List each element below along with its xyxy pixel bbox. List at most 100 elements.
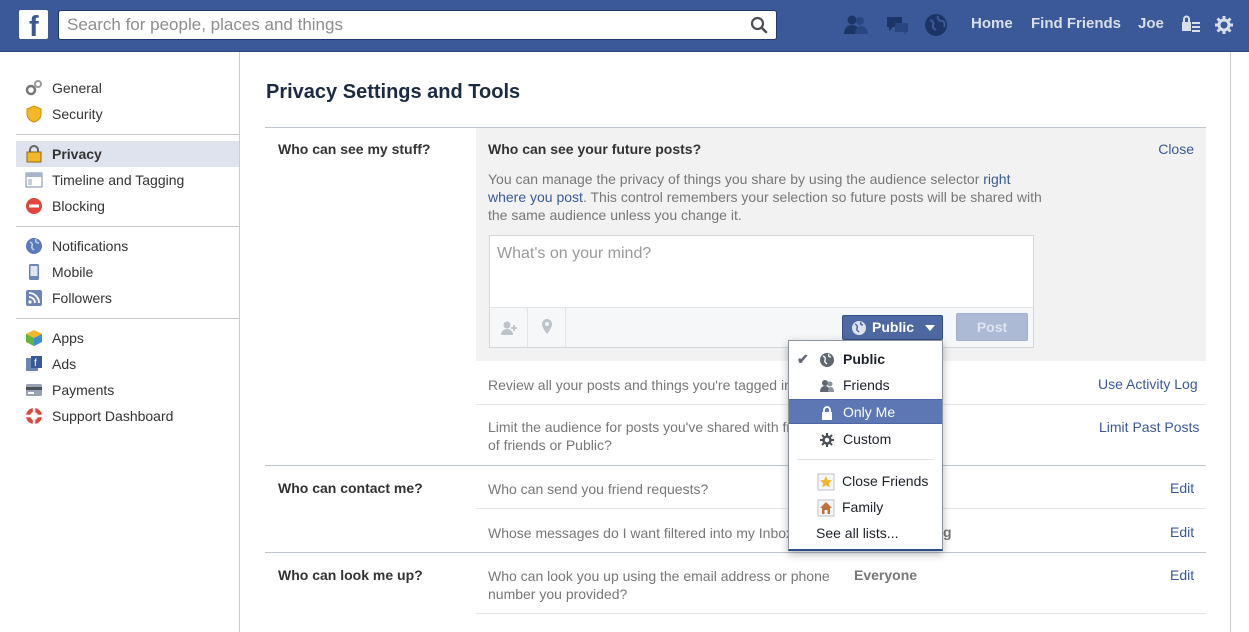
edit-email-lookup-link[interactable]: Edit	[1170, 567, 1194, 583]
search-box	[58, 10, 777, 40]
limit-past-posts-link[interactable]: Limit Past Posts	[1099, 419, 1199, 435]
section-divider	[265, 465, 1206, 466]
sidebar-item-security[interactable]: Security	[16, 101, 239, 127]
activity-log-row-text: Review all your posts and things you're …	[488, 377, 792, 393]
sidebar-group-apps: Apps f Ads Payments Support Dashboard	[16, 325, 239, 429]
inbox-filter-row-text: Whose messages do I want filtered into m…	[488, 525, 794, 541]
sidebar-item-followers[interactable]: Followers	[16, 285, 239, 311]
block-icon	[26, 198, 42, 214]
audience-label: Public	[872, 319, 915, 335]
globe-icon	[852, 321, 866, 335]
edit-friend-requests-link[interactable]: Edit	[1170, 480, 1194, 496]
add-location-button[interactable]	[528, 308, 566, 347]
status-composer: What's on your mind? Public Post	[489, 235, 1034, 348]
composer-toolbar: Public Post	[490, 307, 1033, 347]
sidebar-item-label: Security	[52, 106, 103, 122]
see-all-lists-link[interactable]: See all lists...	[816, 525, 898, 541]
menu-item-only-me[interactable]: Only Me	[789, 399, 942, 424]
sidebar-item-payments[interactable]: Payments	[16, 377, 239, 403]
panel-title: Who can see your future posts?	[488, 141, 702, 157]
composer-input[interactable]: What's on your mind?	[497, 245, 651, 263]
globe-icon	[820, 353, 834, 367]
menu-item-custom[interactable]: Custom	[789, 427, 942, 452]
panel-description: You can manage the privacy of things you…	[488, 171, 1042, 223]
friend-requests-row-text: Who can send you friend requests?	[488, 481, 709, 497]
find-friends-link[interactable]: Find Friends	[1031, 15, 1121, 32]
settings-sidebar: General Security Privacy Timeline and Ta…	[16, 75, 239, 429]
star-icon	[817, 473, 835, 491]
sidebar-item-label: Ads	[52, 356, 77, 372]
sidebar-item-privacy[interactable]: Privacy	[16, 141, 239, 167]
sidebar-item-timeline-and-tagging[interactable]: Timeline and Tagging	[16, 167, 239, 193]
menu-item-friends[interactable]: Friends	[789, 373, 942, 398]
sidebar-item-label: Mobile	[52, 264, 94, 280]
checkmark-icon: ✔	[797, 351, 809, 367]
ads-icon: f	[26, 356, 42, 371]
sidebar-item-label: General	[52, 80, 102, 96]
top-bar: f Home Find Friends Joe	[0, 0, 1249, 52]
menu-item-public[interactable]: ✔ Public	[789, 347, 942, 372]
shield-icon	[26, 105, 42, 123]
sidebar-item-label: Notifications	[52, 238, 129, 254]
notifications-globe-icon[interactable]	[923, 12, 949, 38]
post-button[interactable]: Post	[956, 313, 1028, 341]
home-link[interactable]: Home	[971, 15, 1013, 32]
search-icon[interactable]	[750, 16, 768, 34]
use-activity-log-link[interactable]: Use Activity Log	[1098, 376, 1198, 392]
sidebar-group-account: General Security	[16, 75, 239, 135]
tag-friends-button[interactable]	[490, 308, 528, 347]
privacy-shortcuts-icon[interactable]	[1180, 14, 1202, 36]
search-input[interactable]	[59, 11, 739, 39]
friend-requests-icon[interactable]	[843, 12, 869, 38]
lifebuoy-icon	[26, 408, 42, 424]
sidebar-item-blocking[interactable]: Blocking	[16, 193, 239, 219]
email-lookup-value: Everyone	[854, 567, 918, 583]
sidebar-item-support-dashboard[interactable]: Support Dashboard	[16, 403, 239, 429]
rss-icon	[26, 290, 42, 306]
sidebar-item-label: Followers	[52, 290, 112, 306]
sidebar-item-label: Support Dashboard	[52, 408, 174, 424]
page-title: Privacy Settings and Tools	[266, 81, 521, 103]
close-link[interactable]: Close	[1158, 141, 1194, 157]
section-label-lookup: Who can look me up?	[278, 567, 423, 583]
lock-icon	[26, 145, 42, 163]
messages-icon[interactable]	[884, 12, 910, 38]
row-divider	[476, 613, 1206, 614]
friends-icon	[820, 380, 834, 392]
menu-divider	[797, 459, 934, 460]
sidebar-item-general[interactable]: General	[16, 75, 239, 101]
future-posts-panel: Who can see your future posts? Close You…	[476, 128, 1206, 361]
sidebar-item-label: Privacy	[52, 146, 102, 162]
edit-inbox-filter-link[interactable]: Edit	[1170, 524, 1194, 540]
facebook-logo-icon[interactable]: f	[19, 10, 48, 39]
gear-icon	[820, 433, 834, 447]
inbox-filter-value: g	[943, 524, 952, 540]
sidebar-item-label: Timeline and Tagging	[52, 172, 185, 188]
card-icon	[26, 384, 42, 396]
section-divider	[265, 552, 1206, 553]
sidebar-item-apps[interactable]: Apps	[16, 325, 239, 351]
cube-icon	[26, 330, 42, 346]
timeline-icon	[25, 172, 43, 188]
audience-selector-button[interactable]: Public	[842, 315, 943, 340]
sidebar-item-label: Apps	[52, 330, 84, 346]
house-icon	[817, 499, 835, 517]
sidebar-group-privacy: Privacy Timeline and Tagging Blocking	[16, 141, 239, 227]
gears-icon	[25, 80, 42, 96]
sidebar-item-mobile[interactable]: Mobile	[16, 259, 239, 285]
menu-item-family[interactable]: Family	[789, 495, 942, 520]
sidebar-item-ads[interactable]: f Ads	[16, 351, 239, 377]
sidebar-group-notifications: Notifications Mobile Followers	[16, 233, 239, 319]
phone-icon	[29, 264, 39, 280]
profile-link[interactable]: Joe	[1138, 15, 1164, 32]
content-right-border	[1230, 52, 1231, 632]
svg-text:f: f	[34, 358, 37, 369]
audience-dropdown-menu: ✔ Public Friends Only Me Custom Close Fr…	[788, 340, 943, 551]
chevron-down-icon	[925, 325, 935, 331]
gear-icon[interactable]	[1214, 15, 1234, 35]
section-label-contact: Who can contact me?	[278, 480, 423, 496]
sidebar-item-notifications[interactable]: Notifications	[16, 233, 239, 259]
menu-item-close-friends[interactable]: Close Friends	[789, 469, 942, 494]
globe-icon	[26, 238, 42, 254]
section-label-stuff: Who can see my stuff?	[278, 141, 431, 157]
